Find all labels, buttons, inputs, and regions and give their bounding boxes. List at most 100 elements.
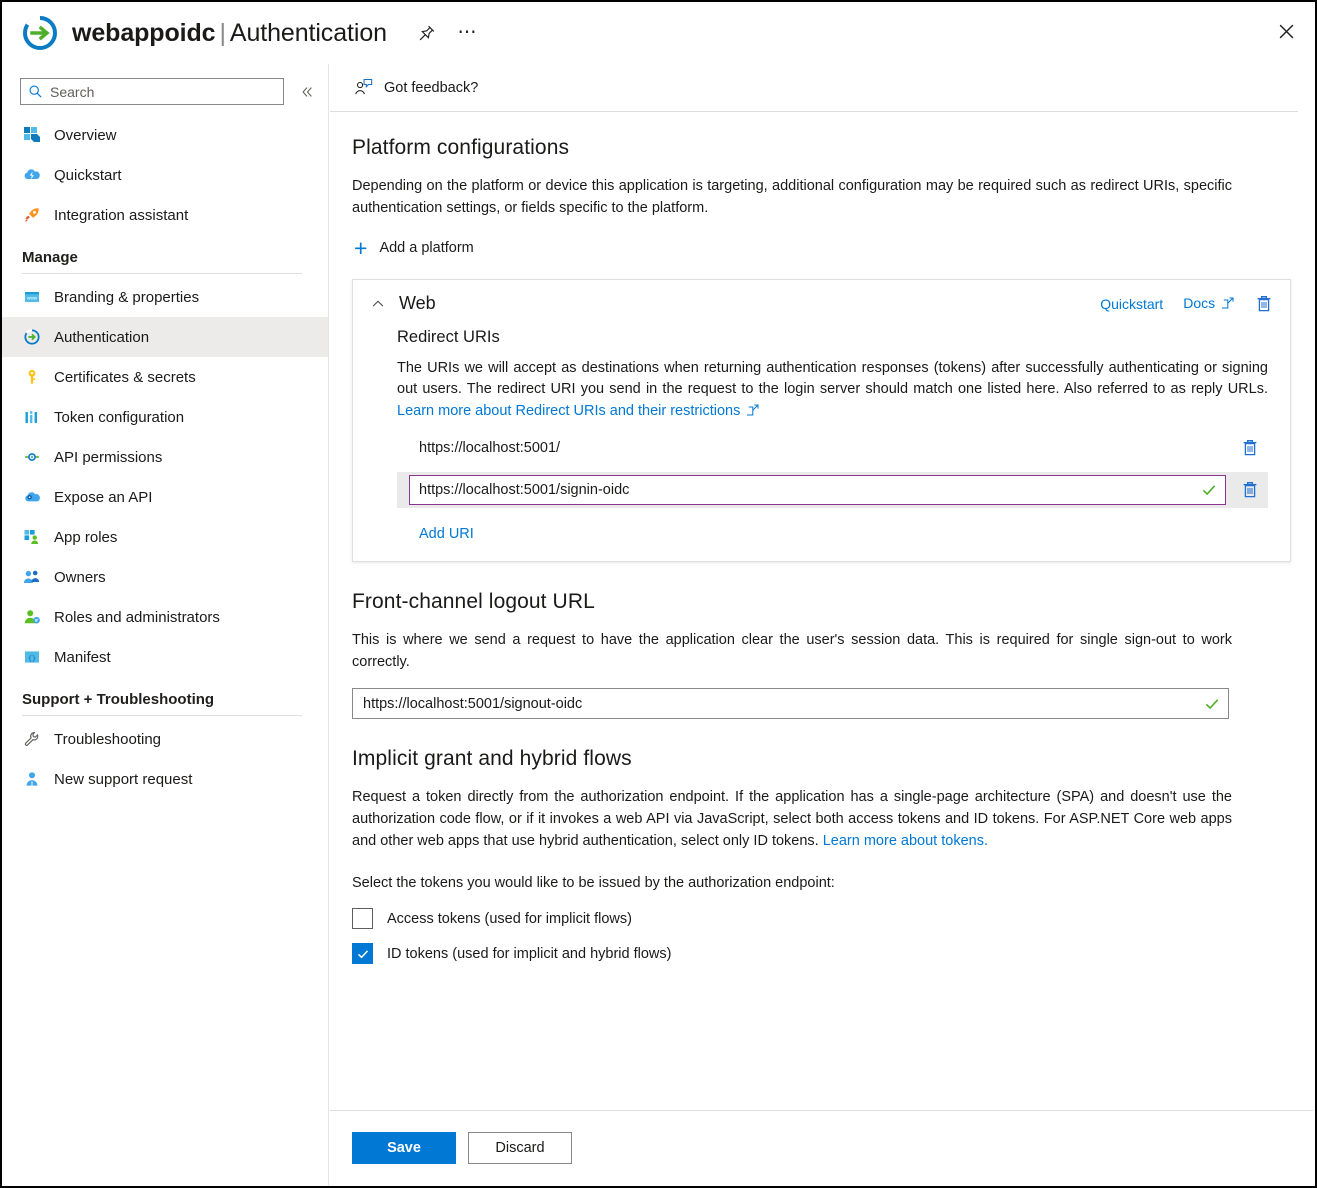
got-feedback-label: Got feedback?	[384, 80, 478, 96]
sidebar-item-overview[interactable]: Overview	[2, 115, 328, 155]
redirect-uri-row	[397, 472, 1268, 508]
rocket-icon	[22, 205, 42, 225]
redirect-uris-description-text: The URIs we will accept as destinations …	[397, 360, 1268, 398]
page-title: webappoidc|Authentication	[72, 19, 387, 48]
delete-redirect-uri-icon[interactable]	[1240, 480, 1260, 500]
sidebar-item-label: Expose an API	[54, 489, 152, 506]
branding-window-icon: www	[22, 287, 42, 307]
web-platform-card: Web Quickstart Docs	[352, 279, 1291, 562]
sidebar-item-authentication[interactable]: Authentication	[2, 317, 328, 357]
quickstart-link[interactable]: Quickstart	[1100, 296, 1163, 312]
delete-web-platform-icon[interactable]	[1254, 294, 1274, 314]
front-channel-logout-description: This is where we send a request to have …	[352, 630, 1232, 674]
implicit-grant-learn-more-link[interactable]: Learn more about tokens.	[823, 833, 988, 849]
sidebar-item-label: Roles and administrators	[54, 609, 220, 626]
sidebar-item-manifest[interactable]: {} Manifest	[2, 637, 328, 677]
sidebar: Overview Quickstart	[2, 64, 329, 1186]
sidebar-item-label: Branding & properties	[54, 289, 199, 306]
authentication-pane: Platform configurations Depending on the…	[330, 112, 1315, 964]
redirect-uri-row: https://localhost:5001/	[397, 430, 1268, 466]
access-tokens-checkbox[interactable]	[352, 908, 373, 929]
sidebar-item-integration-assistant[interactable]: Integration assistant	[2, 195, 328, 235]
front-channel-logout-heading: Front-channel logout URL	[352, 590, 1291, 614]
docs-link-label: Docs	[1183, 295, 1215, 311]
token-bars-icon	[22, 407, 42, 427]
access-tokens-label: Access tokens (used for implicit flows)	[387, 911, 632, 927]
sidebar-item-roles-and-administrators[interactable]: Roles and administrators	[2, 597, 328, 637]
redirect-uris-learn-more-link[interactable]: Learn more about Redirect URIs and their…	[397, 403, 740, 419]
sidebar-item-token-configuration[interactable]: Token configuration	[2, 397, 328, 437]
sidebar-item-expose-an-api[interactable]: Expose an API	[2, 477, 328, 517]
spacer	[352, 853, 1291, 873]
save-button[interactable]: Save	[352, 1132, 456, 1164]
plus-icon: +	[354, 239, 367, 257]
implicit-grant-heading: Implicit grant and hybrid flows	[352, 747, 1291, 771]
delete-redirect-uri-icon[interactable]	[1240, 438, 1260, 458]
sidebar-item-label: App roles	[54, 529, 117, 546]
redirect-uris-description: The URIs we will accept as destinations …	[397, 358, 1268, 424]
app-roles-icon	[22, 527, 42, 547]
blade-header: webappoidc|Authentication ⋯	[2, 2, 1315, 64]
search-icon	[28, 84, 44, 99]
sidebar-item-api-permissions[interactable]: API permissions	[2, 437, 328, 477]
sidebar-item-certificates-secrets[interactable]: Certificates & secrets	[2, 357, 328, 397]
spacer	[352, 562, 1291, 590]
discard-button[interactable]: Discard	[468, 1132, 572, 1164]
sidebar-search-row	[2, 64, 328, 105]
sidebar-item-label: API permissions	[54, 449, 162, 466]
chevron-up-icon[interactable]	[367, 293, 389, 315]
sidebar-item-label: Troubleshooting	[54, 731, 161, 748]
svg-text:www: www	[27, 296, 38, 301]
add-platform-button[interactable]: + Add a platform	[352, 239, 1291, 257]
svg-text:{}: {}	[28, 655, 36, 662]
access-tokens-checkbox-row[interactable]: Access tokens (used for implicit flows)	[352, 908, 1291, 929]
id-tokens-label: ID tokens (used for implicit and hybrid …	[387, 946, 671, 962]
ellipsis-icon[interactable]: ⋯	[455, 21, 479, 45]
sidebar-item-branding-properties[interactable]: www Branding & properties	[2, 277, 328, 317]
authentication-app-icon	[20, 13, 60, 53]
authentication-icon	[22, 327, 42, 347]
search-box[interactable]	[20, 78, 284, 105]
add-uri-link[interactable]: Add URI	[419, 526, 474, 542]
sidebar-item-label: Token configuration	[54, 409, 184, 426]
sidebar-item-quickstart[interactable]: Quickstart	[2, 155, 328, 195]
checkmark-icon	[1201, 482, 1217, 498]
sidebar-item-app-roles[interactable]: App roles	[2, 517, 328, 557]
manifest-braces-icon: {}	[22, 647, 42, 667]
implicit-grant-description-text: Request a token directly from the author…	[352, 789, 1232, 849]
front-channel-logout-input[interactable]	[352, 688, 1229, 719]
external-link-icon	[743, 404, 759, 420]
sidebar-nav: Overview Quickstart	[2, 115, 328, 799]
id-tokens-checkbox[interactable]	[352, 943, 373, 964]
api-permissions-icon	[22, 447, 42, 467]
roles-admin-icon	[22, 607, 42, 627]
search-input[interactable]	[50, 84, 250, 100]
web-card-actions: Quickstart Docs	[1100, 294, 1274, 314]
got-feedback-button[interactable]: Got feedback?	[354, 78, 478, 97]
page-title-section: Authentication	[230, 19, 387, 47]
page-title-app: webappoidc	[72, 19, 215, 47]
front-channel-logout-field-wrap	[352, 688, 1229, 719]
wrench-icon	[22, 729, 42, 749]
close-icon[interactable]	[1273, 18, 1299, 44]
sidebar-item-troubleshooting[interactable]: Troubleshooting	[2, 719, 328, 759]
redirect-uris-heading: Redirect URIs	[397, 328, 1268, 347]
id-tokens-checkbox-row[interactable]: ID tokens (used for implicit and hybrid …	[352, 943, 1291, 964]
sidebar-item-label: Overview	[54, 127, 117, 144]
platform-configurations-heading: Platform configurations	[352, 136, 1291, 160]
double-chevron-left-icon[interactable]	[296, 81, 318, 103]
redirect-uri-value[interactable]: https://localhost:5001/	[397, 440, 1226, 456]
sidebar-item-owners[interactable]: Owners	[2, 557, 328, 597]
overview-grid-icon	[22, 125, 42, 145]
docs-link[interactable]: Docs	[1183, 295, 1234, 312]
add-platform-label: Add a platform	[379, 240, 473, 256]
key-icon	[22, 367, 42, 387]
implicit-grant-description: Request a token directly from the author…	[352, 787, 1232, 852]
sidebar-item-label: Manifest	[54, 649, 111, 666]
sidebar-group-support-title: Support + Troubleshooting	[22, 691, 328, 708]
main-content: Got feedback? Platform configurations De…	[330, 64, 1315, 1186]
redirect-uri-input[interactable]	[409, 475, 1226, 505]
pin-icon[interactable]	[415, 21, 439, 45]
sidebar-item-new-support-request[interactable]: New support request	[2, 759, 328, 799]
sidebar-item-label: Authentication	[54, 329, 149, 346]
